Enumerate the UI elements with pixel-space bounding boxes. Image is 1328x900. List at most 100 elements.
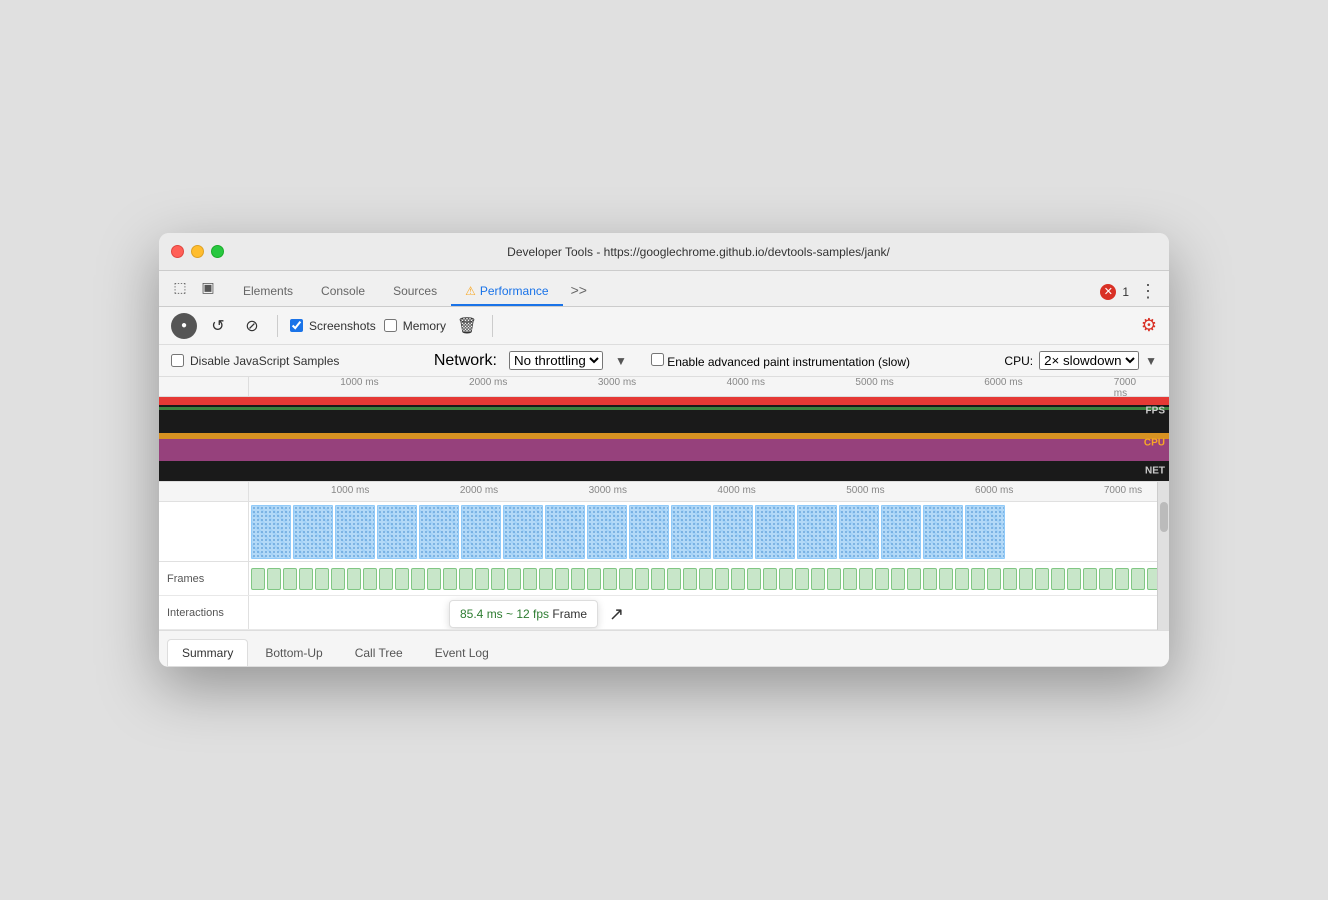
btab-event-log[interactable]: Event Log xyxy=(420,639,504,666)
frame-block[interactable] xyxy=(1051,568,1065,590)
screenshot-thumb xyxy=(293,505,333,559)
tab-performance[interactable]: ⚠Performance xyxy=(451,278,562,306)
screenshot-thumb xyxy=(671,505,711,559)
frame-block[interactable] xyxy=(315,568,329,590)
frame-block[interactable] xyxy=(699,568,713,590)
reload-record-button[interactable]: ↺ xyxy=(205,313,231,339)
tab-elements[interactable]: Elements xyxy=(229,278,307,306)
frame-block[interactable] xyxy=(1131,568,1145,590)
frame-block[interactable] xyxy=(1115,568,1129,590)
screenshot-thumb xyxy=(965,505,1005,559)
frame-block[interactable] xyxy=(683,568,697,590)
frame-block[interactable] xyxy=(651,568,665,590)
ruler-labels: 1000 ms 2000 ms 3000 ms 4000 ms 5000 ms … xyxy=(249,377,1169,396)
frame-block[interactable] xyxy=(427,568,441,590)
frame-block[interactable] xyxy=(843,568,857,590)
timeline-area[interactable]: 1000 ms 2000 ms 3000 ms 4000 ms 5000 ms … xyxy=(159,482,1169,631)
frame-block[interactable] xyxy=(635,568,649,590)
screenshots-checkbox[interactable] xyxy=(290,319,303,332)
frame-block[interactable] xyxy=(587,568,601,590)
btab-call-tree[interactable]: Call Tree xyxy=(340,639,418,666)
frame-block[interactable] xyxy=(555,568,569,590)
frame-block[interactable] xyxy=(347,568,361,590)
frame-block[interactable] xyxy=(491,568,505,590)
screenshots-checkbox-label[interactable]: Screenshots xyxy=(290,319,376,333)
frame-block[interactable] xyxy=(1035,568,1049,590)
frame-block[interactable] xyxy=(795,568,809,590)
frame-block[interactable] xyxy=(955,568,969,590)
frame-block[interactable] xyxy=(891,568,905,590)
frame-block[interactable] xyxy=(331,568,345,590)
frame-block[interactable] xyxy=(283,568,297,590)
btab-bottom-up[interactable]: Bottom-Up xyxy=(250,639,337,666)
network-dropdown-arrow: ▼ xyxy=(615,354,627,368)
frame-block[interactable] xyxy=(523,568,537,590)
tab-more[interactable]: >> xyxy=(563,276,595,306)
memory-checkbox-label[interactable]: Memory xyxy=(384,319,446,333)
frame-block[interactable] xyxy=(475,568,489,590)
frame-block[interactable] xyxy=(395,568,409,590)
disable-js-checkbox[interactable] xyxy=(171,354,184,367)
frame-block[interactable] xyxy=(443,568,457,590)
frame-block[interactable] xyxy=(603,568,617,590)
advanced-paint-checkbox[interactable] xyxy=(651,353,664,366)
frame-block[interactable] xyxy=(411,568,425,590)
frame-block[interactable] xyxy=(507,568,521,590)
frame-block[interactable] xyxy=(715,568,729,590)
frame-block[interactable] xyxy=(875,568,889,590)
advanced-paint-label[interactable]: Enable advanced paint instrumentation (s… xyxy=(651,353,910,369)
frame-block[interactable] xyxy=(827,568,841,590)
frame-block[interactable] xyxy=(987,568,1001,590)
frame-block[interactable] xyxy=(811,568,825,590)
network-select[interactable]: No throttling xyxy=(509,351,603,370)
more-options-button[interactable]: ⋮ xyxy=(1135,281,1161,302)
frame-block[interactable] xyxy=(1067,568,1081,590)
frame-block[interactable] xyxy=(459,568,473,590)
frame-block[interactable] xyxy=(1003,568,1017,590)
frame-block[interactable] xyxy=(379,568,393,590)
frame-block[interactable] xyxy=(667,568,681,590)
frame-block[interactable] xyxy=(747,568,761,590)
frame-block[interactable] xyxy=(363,568,377,590)
tl-3000: 3000 ms xyxy=(589,485,627,496)
screenshot-thumb xyxy=(629,505,669,559)
settings-gear-button[interactable]: ⚙ xyxy=(1141,315,1157,336)
record-button[interactable]: ● xyxy=(171,313,197,339)
frame-block[interactable] xyxy=(939,568,953,590)
frame-block[interactable] xyxy=(251,568,265,590)
minimize-button[interactable] xyxy=(191,245,204,258)
frame-block[interactable] xyxy=(923,568,937,590)
frame-block[interactable] xyxy=(1019,568,1033,590)
cpu-select[interactable]: 2× slowdown xyxy=(1039,351,1139,370)
frame-block[interactable] xyxy=(779,568,793,590)
tab-sources[interactable]: Sources xyxy=(379,278,451,306)
memory-checkbox[interactable] xyxy=(384,319,397,332)
device-tool[interactable]: ▣ xyxy=(195,274,221,300)
frame-block[interactable] xyxy=(1099,568,1113,590)
disable-js-label[interactable]: Disable JavaScript Samples xyxy=(171,354,339,368)
window-title: Developer Tools - https://googlechrome.g… xyxy=(240,245,1157,259)
time-6000: 6000 ms xyxy=(984,377,1022,388)
close-button[interactable] xyxy=(171,245,184,258)
btab-summary[interactable]: Summary xyxy=(167,639,248,666)
maximize-button[interactable] xyxy=(211,245,224,258)
frame-block[interactable] xyxy=(907,568,921,590)
frame-block[interactable] xyxy=(539,568,553,590)
cursor-tool[interactable]: ⬚ xyxy=(167,274,193,300)
trash-button[interactable]: 🗑 xyxy=(454,313,480,339)
frame-block[interactable] xyxy=(971,568,985,590)
frame-block[interactable] xyxy=(731,568,745,590)
frame-block[interactable] xyxy=(859,568,873,590)
frame-block[interactable] xyxy=(763,568,777,590)
frame-block[interactable] xyxy=(571,568,585,590)
timeline-scrollbar[interactable] xyxy=(1157,482,1169,630)
frame-block[interactable] xyxy=(299,568,313,590)
frame-block[interactable] xyxy=(1083,568,1097,590)
frame-block[interactable] xyxy=(619,568,633,590)
scrollbar-thumb[interactable] xyxy=(1160,502,1168,532)
frame-block[interactable] xyxy=(267,568,281,590)
screenshot-thumb xyxy=(923,505,963,559)
screenshot-thumb xyxy=(503,505,543,559)
tab-console[interactable]: Console xyxy=(307,278,379,306)
clear-button[interactable]: ⊘ xyxy=(239,313,265,339)
